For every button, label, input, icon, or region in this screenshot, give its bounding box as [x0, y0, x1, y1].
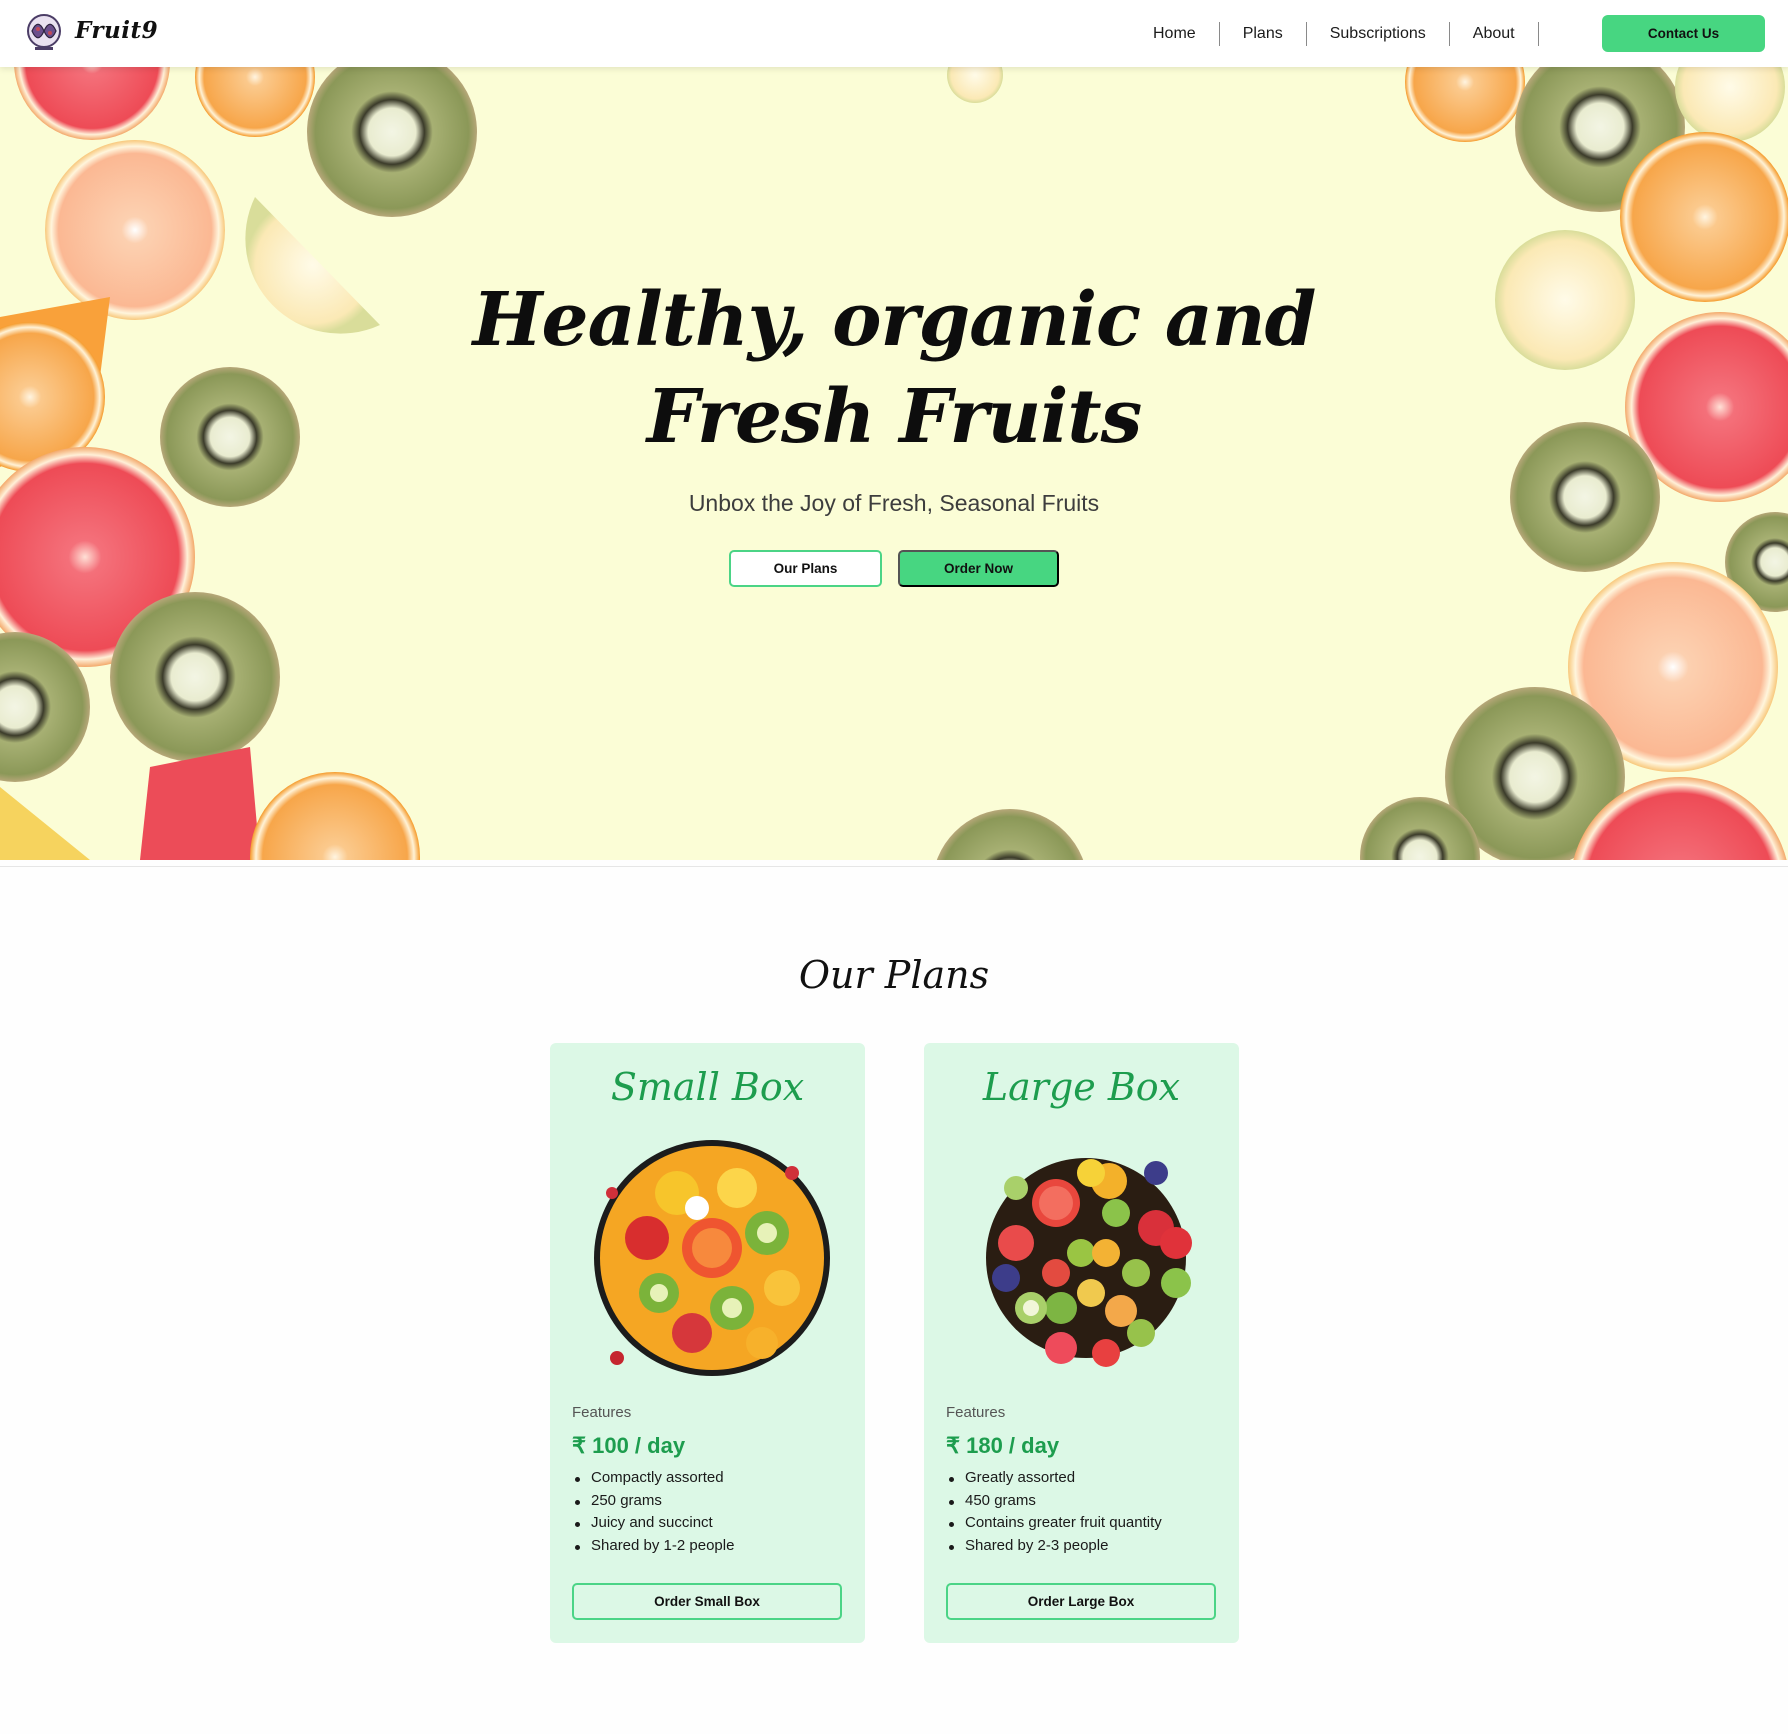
hero-title: Healthy, organic and Fresh Fruits	[0, 272, 1788, 466]
order-now-button[interactable]: Order Now	[898, 550, 1059, 587]
feature-item: 250 grams	[572, 1490, 734, 1513]
fruit-bowl-large-image	[986, 1158, 1192, 1367]
plan-price: ₹ 180 / day	[946, 1433, 1060, 1458]
plan-price: ₹ 100 / day	[572, 1433, 686, 1458]
feature-item: Shared by 1-2 people	[572, 1535, 734, 1558]
brand-name[interactable]: Fruit9	[75, 17, 158, 44]
feature-item: Greatly assorted	[946, 1467, 1162, 1490]
hero-section: Healthy, organic and Fresh Fruits Unbox …	[0, 67, 1788, 860]
fruit-logo-icon[interactable]	[26, 14, 62, 52]
order-small-box-button[interactable]: Order Small Box	[572, 1583, 842, 1620]
fruit-bowl-small-image	[594, 1140, 830, 1376]
features-label: Features	[572, 1404, 632, 1421]
feature-item: Shared by 2-3 people	[946, 1535, 1162, 1558]
nav-item-subscriptions[interactable]: Subscriptions	[1307, 23, 1449, 45]
feature-list: Compactly assorted 250 grams Juicy and s…	[572, 1467, 734, 1557]
feature-item: Contains greater fruit quantity	[946, 1512, 1162, 1535]
plan-title: Small Box	[610, 1065, 805, 1109]
hero-subtitle: Unbox the Joy of Fresh, Seasonal Fruits	[688, 490, 1100, 516]
our-plans-button[interactable]: Our Plans	[729, 550, 882, 587]
hero-title-line-1: Healthy, organic and	[472, 277, 1317, 363]
plan-card-large: Large Box Features ₹ 180 / day Greatly a…	[924, 1043, 1239, 1643]
plan-title: Large Box	[982, 1065, 1181, 1109]
order-large-box-button[interactable]: Order Large Box	[946, 1583, 1216, 1620]
nav-item-about[interactable]: About	[1450, 23, 1538, 45]
feature-item: Juicy and succinct	[572, 1512, 734, 1535]
nav-item-home[interactable]: Home	[1130, 23, 1219, 45]
hero-title-line-2: Fresh Fruits	[646, 374, 1143, 460]
plan-card-small: Small Box Features ₹ 100 / day Compactly…	[550, 1043, 865, 1643]
contact-us-button[interactable]: Contact Us	[1602, 15, 1765, 52]
nav-divider	[1537, 21, 1539, 46]
section-divider	[0, 866, 1788, 867]
plans-heading: Our Plans	[798, 953, 990, 997]
feature-item: 450 grams	[946, 1490, 1162, 1513]
features-label: Features	[946, 1404, 1006, 1421]
feature-item: Compactly assorted	[572, 1467, 734, 1490]
nav-item-plans[interactable]: Plans	[1220, 23, 1306, 45]
nav-links: Home Plans Subscriptions About	[1130, 0, 1539, 67]
feature-list: Greatly assorted 450 grams Contains grea…	[946, 1467, 1162, 1557]
navbar: Fruit9 Home Plans Subscriptions About Co…	[0, 0, 1788, 67]
